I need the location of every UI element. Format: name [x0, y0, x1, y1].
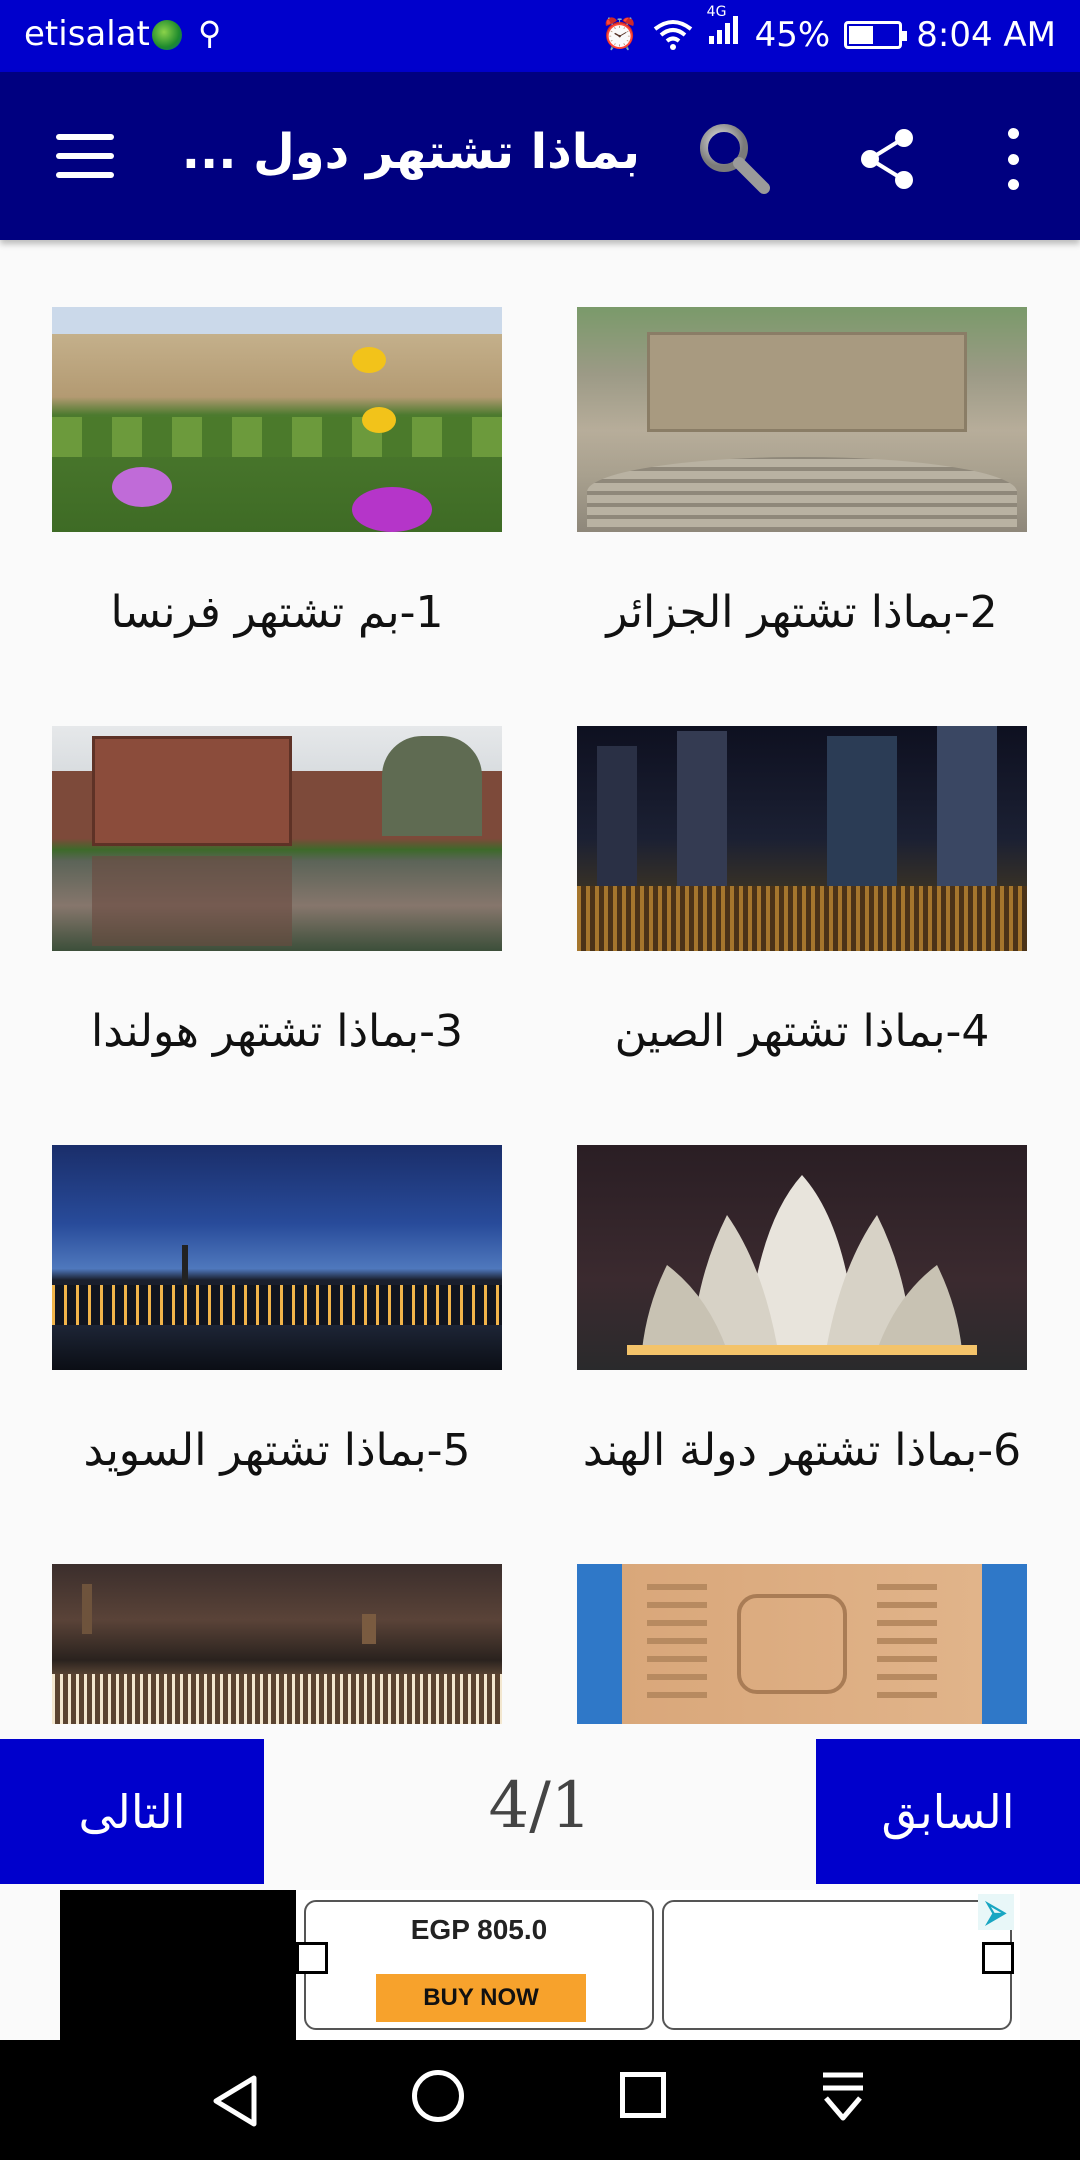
carrier-name: etisalat: [24, 14, 150, 54]
ad-image[interactable]: [60, 1890, 296, 2040]
page-indicator: 4/1: [488, 1769, 592, 1843]
item-image-india[interactable]: [577, 1145, 1027, 1370]
ad-choices-icon[interactable]: ⮚: [978, 1894, 1014, 1930]
ad-handle-right: [982, 1942, 1014, 1974]
signal-icon: 4G: [707, 4, 741, 55]
list-item[interactable]: 4-بماذا تشتهر الصين: [577, 726, 1027, 1057]
more-vert-icon[interactable]: [1000, 128, 1026, 190]
item-image-france[interactable]: [52, 307, 502, 532]
previous-button[interactable]: السابق: [816, 1739, 1080, 1884]
notification-pull-icon[interactable]: [820, 2070, 866, 2124]
item-caption[interactable]: 1-بم تشتهر فرنسا: [52, 587, 502, 638]
signal-type: 4G: [706, 4, 727, 20]
buy-now-button[interactable]: BUY NOW: [376, 1974, 586, 2022]
item-caption[interactable]: 2-بماذا تشتهر الجزائر: [577, 587, 1027, 638]
share-icon[interactable]: [858, 128, 916, 190]
page-title: بماذا تشتهر دول ...: [181, 124, 640, 180]
item-image-china[interactable]: [577, 726, 1027, 951]
ad-product-card[interactable]: EGP 805.0 BUY NOW: [304, 1900, 654, 2030]
item-caption[interactable]: 6-بماذا تشتهر دولة الهند: [577, 1425, 1027, 1476]
item-image-morocco[interactable]: [52, 1564, 502, 1724]
next-button[interactable]: التالى: [0, 1739, 264, 1884]
clock: 8:04 AM: [916, 14, 1056, 55]
list-item[interactable]: 2-بماذا تشتهر الجزائر: [577, 307, 1027, 638]
wifi-icon: [653, 19, 692, 50]
ad-product-card-empty[interactable]: [662, 1900, 1012, 2030]
recent-apps-icon[interactable]: [620, 2072, 666, 2118]
item-image-sweden[interactable]: [52, 1145, 502, 1370]
app-bar: بماذا تشتهر دول ...: [0, 72, 1080, 240]
list-item[interactable]: 3-بماذا تشتهر هولندا: [52, 726, 502, 1057]
item-image-algeria[interactable]: [577, 307, 1027, 532]
list-item[interactable]: 5-بماذا تشتهر السويد: [52, 1145, 502, 1476]
ad-handle-left: [296, 1942, 328, 1974]
list-item[interactable]: [577, 1564, 1027, 1724]
list-item[interactable]: [52, 1564, 502, 1724]
pagination-bar: التالى 4/1 السابق: [0, 1739, 1080, 1884]
search-icon[interactable]: [694, 118, 772, 196]
list-item[interactable]: 1-بم تشتهر فرنسا: [52, 307, 502, 638]
alarm-icon: ⏰: [601, 17, 639, 52]
status-icons: ⏰ 4G 45% 8:04 AM: [601, 4, 1056, 55]
item-image-netherlands[interactable]: [52, 726, 502, 951]
ad-price: EGP 805.0: [410, 1914, 548, 1945]
item-caption[interactable]: 3-بماذا تشتهر هولندا: [52, 1006, 502, 1057]
ad-banner[interactable]: EGP 805.0 BUY NOW ⮚: [60, 1890, 1020, 2040]
list-item[interactable]: 6-بماذا تشتهر دولة الهند: [577, 1145, 1027, 1476]
item-caption[interactable]: 5-بماذا تشتهر السويد: [52, 1425, 502, 1476]
status-bar: etisalat ⚲ ⏰ 4G 45% 8:04 AM: [0, 0, 1080, 72]
item-caption[interactable]: 4-بماذا تشتهر الصين: [577, 1006, 1027, 1057]
home-icon[interactable]: [412, 2070, 464, 2122]
battery-percent: 45%: [754, 14, 831, 55]
back-icon[interactable]: [210, 2074, 260, 2128]
battery-charging-icon: [844, 20, 908, 49]
menu-icon[interactable]: [56, 134, 114, 178]
system-navigation-bar: [0, 2040, 1080, 2160]
globe-icon: [152, 20, 182, 50]
item-image-egypt[interactable]: [577, 1564, 1027, 1724]
usb-icon: ⚲: [198, 14, 222, 52]
